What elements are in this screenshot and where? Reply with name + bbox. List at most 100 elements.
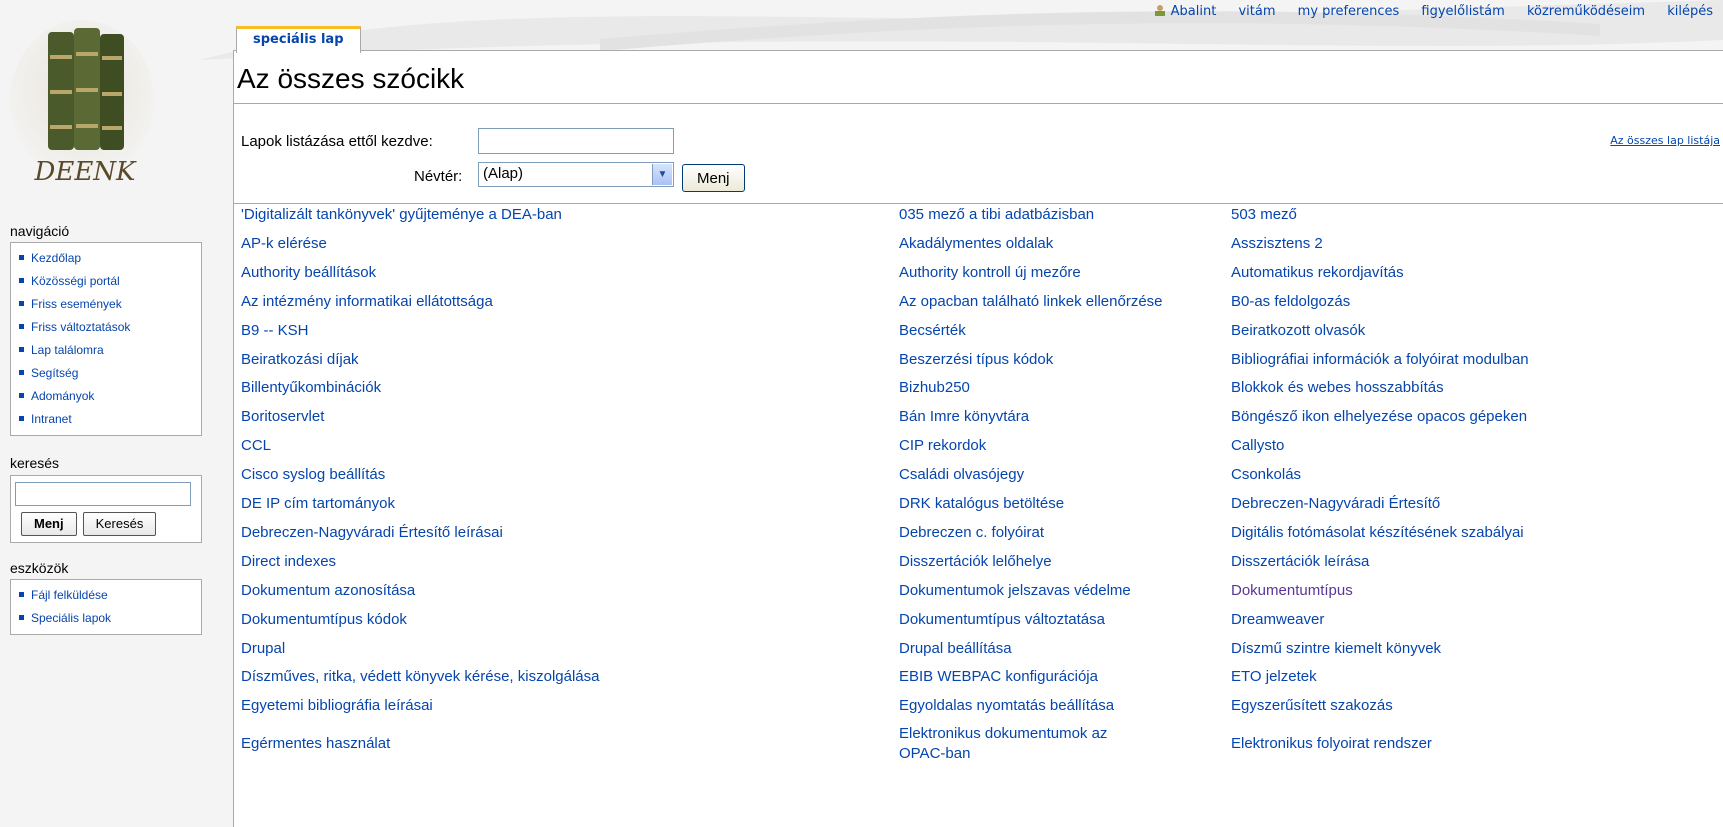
logout-link[interactable]: kilépés [1667, 4, 1713, 19]
logo-text: DEENK [34, 157, 138, 187]
toolbox-title: eszközök [10, 560, 69, 576]
article-link[interactable]: 'Digitalizált tankönyvek' gyűjteménye a … [241, 206, 562, 224]
article-link[interactable]: Debreczen-Nagyváradi Értesítő leírásai [241, 524, 503, 542]
sidebar-nav-link[interactable]: Adományok [31, 389, 94, 403]
article-link[interactable]: Beiratkozási díjak [241, 351, 359, 369]
article-link[interactable]: 035 mező a tibi adatbázisban [899, 206, 1094, 224]
list-divider [234, 203, 1723, 204]
article-link[interactable]: Disszertációk leírása [1231, 553, 1369, 571]
article-link-line: Elektronikus dokumentumok az [899, 725, 1108, 742]
article-link[interactable]: Családi olvasójegy [899, 466, 1024, 484]
sidebar-nav-link[interactable]: Lap találomra [31, 343, 104, 357]
article-link[interactable]: Egyszerűsített szakozás [1231, 697, 1393, 715]
search-go-button[interactable]: Menj [21, 512, 77, 536]
site-logo[interactable]: DEENK [10, 20, 160, 190]
article-link[interactable]: Drupal [241, 640, 285, 658]
article-link[interactable]: Beiratkozott olvasók [1231, 322, 1365, 340]
article-link[interactable]: Beszerzési típus kódok [899, 351, 1053, 369]
sidebar-tool-link[interactable]: Fájl felküldése [31, 588, 108, 602]
personal-toolbar: Abalint vitám my preferences figyelőlist… [1153, 4, 1713, 19]
sidebar-nav-link[interactable]: Közösségi portál [31, 274, 120, 288]
bullet-icon [19, 301, 24, 307]
sidebar-nav-link[interactable]: Friss változtatások [31, 320, 130, 334]
sidebar-nav-link[interactable]: Friss események [31, 297, 122, 311]
go-button[interactable]: Menj [682, 164, 745, 192]
talk-link[interactable]: vitám [1238, 4, 1275, 19]
article-link[interactable]: Blokkok és webes hosszabbítás [1231, 379, 1444, 397]
article-link[interactable]: Akadálymentes oldalak [899, 235, 1053, 253]
article-link[interactable]: Authority beállítások [241, 264, 376, 282]
article-link[interactable]: Cisco syslog beállítás [241, 466, 385, 484]
article-link[interactable]: DRK katalógus betöltése [899, 495, 1064, 513]
namespace-select[interactable]: (Alap) ▼ [478, 162, 674, 187]
article-link[interactable]: Dokumentumok jelszavas védelme [899, 582, 1131, 600]
article-link[interactable]: Az opacban található linkek ellenőrzése [899, 293, 1163, 311]
sidebar-nav-link[interactable]: Segítség [31, 366, 78, 380]
bullet-icon [19, 393, 24, 399]
article-link[interactable]: B0-as feldolgozás [1231, 293, 1350, 311]
bullet-icon [19, 278, 24, 284]
article-link[interactable]: Díszműves, ritka, védett könyvek kérése,… [241, 668, 599, 686]
article-link[interactable]: Bizhub250 [899, 379, 970, 397]
bullet-icon [19, 370, 24, 376]
article-link[interactable]: Billentyűkombinációk [241, 379, 381, 397]
article-link[interactable]: Egyetemi bibliográfia leírásai [241, 697, 433, 715]
article-link[interactable]: CIP rekordok [899, 437, 986, 455]
article-link[interactable]: Debreczen-Nagyváradi Értesítő [1231, 495, 1440, 513]
sidebar-nav-link[interactable]: Intranet [31, 412, 72, 426]
article-link[interactable]: Automatikus rekordjavítás [1231, 264, 1404, 282]
search-button[interactable]: Keresés [82, 512, 157, 536]
article-link[interactable]: Dokumentumtípus [1231, 582, 1353, 600]
preferences-link[interactable]: my preferences [1298, 4, 1400, 19]
toolbox-list: Fájl felküldése Speciális lapok [17, 584, 201, 630]
article-link[interactable]: Digitális fotómásolat készítésének szabá… [1231, 524, 1524, 542]
article-link[interactable]: EBIB WEBPAC konfigurációja [899, 668, 1098, 686]
contributions-link[interactable]: közreműködéseim [1527, 4, 1645, 19]
from-input[interactable] [478, 128, 674, 154]
article-link[interactable]: Direct indexes [241, 553, 336, 571]
article-link[interactable]: Elektronikus folyoirat rendszer [1231, 735, 1432, 753]
article-link[interactable]: Drupal beállítása [899, 640, 1012, 658]
article-link[interactable]: Egérmentes használat [241, 735, 390, 753]
article-link[interactable]: Authority kontroll új mezőre [899, 264, 1081, 282]
article-link[interactable]: Dokumentumtípus változtatása [899, 611, 1105, 629]
article-link[interactable]: Csonkolás [1231, 466, 1301, 484]
article-link[interactable]: Egyoldalas nyomtatás beállítása [899, 697, 1114, 715]
bullet-icon [19, 347, 24, 353]
article-link[interactable]: AP-k elérése [241, 235, 327, 253]
user-link[interactable]: Abalint [1171, 4, 1217, 19]
article-link[interactable]: DE IP cím tartományok [241, 495, 395, 513]
article-link[interactable]: 503 mező [1231, 206, 1297, 224]
sidebar-tool-link[interactable]: Speciális lapok [31, 611, 111, 625]
article-link[interactable]: Boritoservlet [241, 408, 324, 426]
article-link[interactable]: Bibliográfiai információk a folyóirat mo… [1231, 351, 1529, 369]
article-link[interactable]: B9 -- KSH [241, 322, 309, 340]
article-link[interactable]: Disszertációk lelőhelye [899, 553, 1052, 571]
tab-special-page[interactable]: speciális lap [236, 26, 361, 53]
article-link[interactable]: Debreczen c. folyóirat [899, 524, 1044, 542]
bullet-icon [19, 255, 24, 261]
user-icon [1154, 5, 1165, 16]
watchlist-link[interactable]: figyelőlistám [1421, 4, 1504, 19]
chevron-down-icon[interactable]: ▼ [652, 164, 672, 185]
article-link[interactable]: Díszmű szintre kiemelt könyvek [1231, 640, 1441, 658]
article-link[interactable]: Elektronikus dokumentumok az OPAC-ban [899, 724, 1107, 764]
all-pages-link[interactable]: Az összes lap listája [1610, 134, 1720, 147]
sidebar-nav-link[interactable]: Kezdőlap [31, 251, 81, 265]
page-title: Az összes szócikk [237, 63, 465, 94]
article-link[interactable]: Böngésző ikon elhelyezése opacos gépeken [1231, 408, 1527, 426]
search-input[interactable] [15, 482, 191, 506]
article-link[interactable]: Dokumentum azonosítása [241, 582, 415, 600]
sidebar-nav-item: Lap találomra [17, 339, 201, 362]
article-link[interactable]: Asszisztens 2 [1231, 235, 1323, 253]
article-link[interactable]: Callysto [1231, 437, 1284, 455]
article-link[interactable]: Dokumentumtípus kódok [241, 611, 407, 629]
article-link[interactable]: Dreamweaver [1231, 611, 1324, 629]
bullet-icon [19, 324, 24, 330]
article-link[interactable]: Becsérték [899, 322, 966, 340]
article-link[interactable]: Bán Imre könyvtára [899, 408, 1029, 426]
article-link[interactable]: Az intézmény informatikai ellátottsága [241, 293, 493, 311]
search-title: keresés [10, 455, 60, 471]
article-link[interactable]: CCL [241, 437, 271, 455]
article-link[interactable]: ETO jelzetek [1231, 668, 1317, 686]
